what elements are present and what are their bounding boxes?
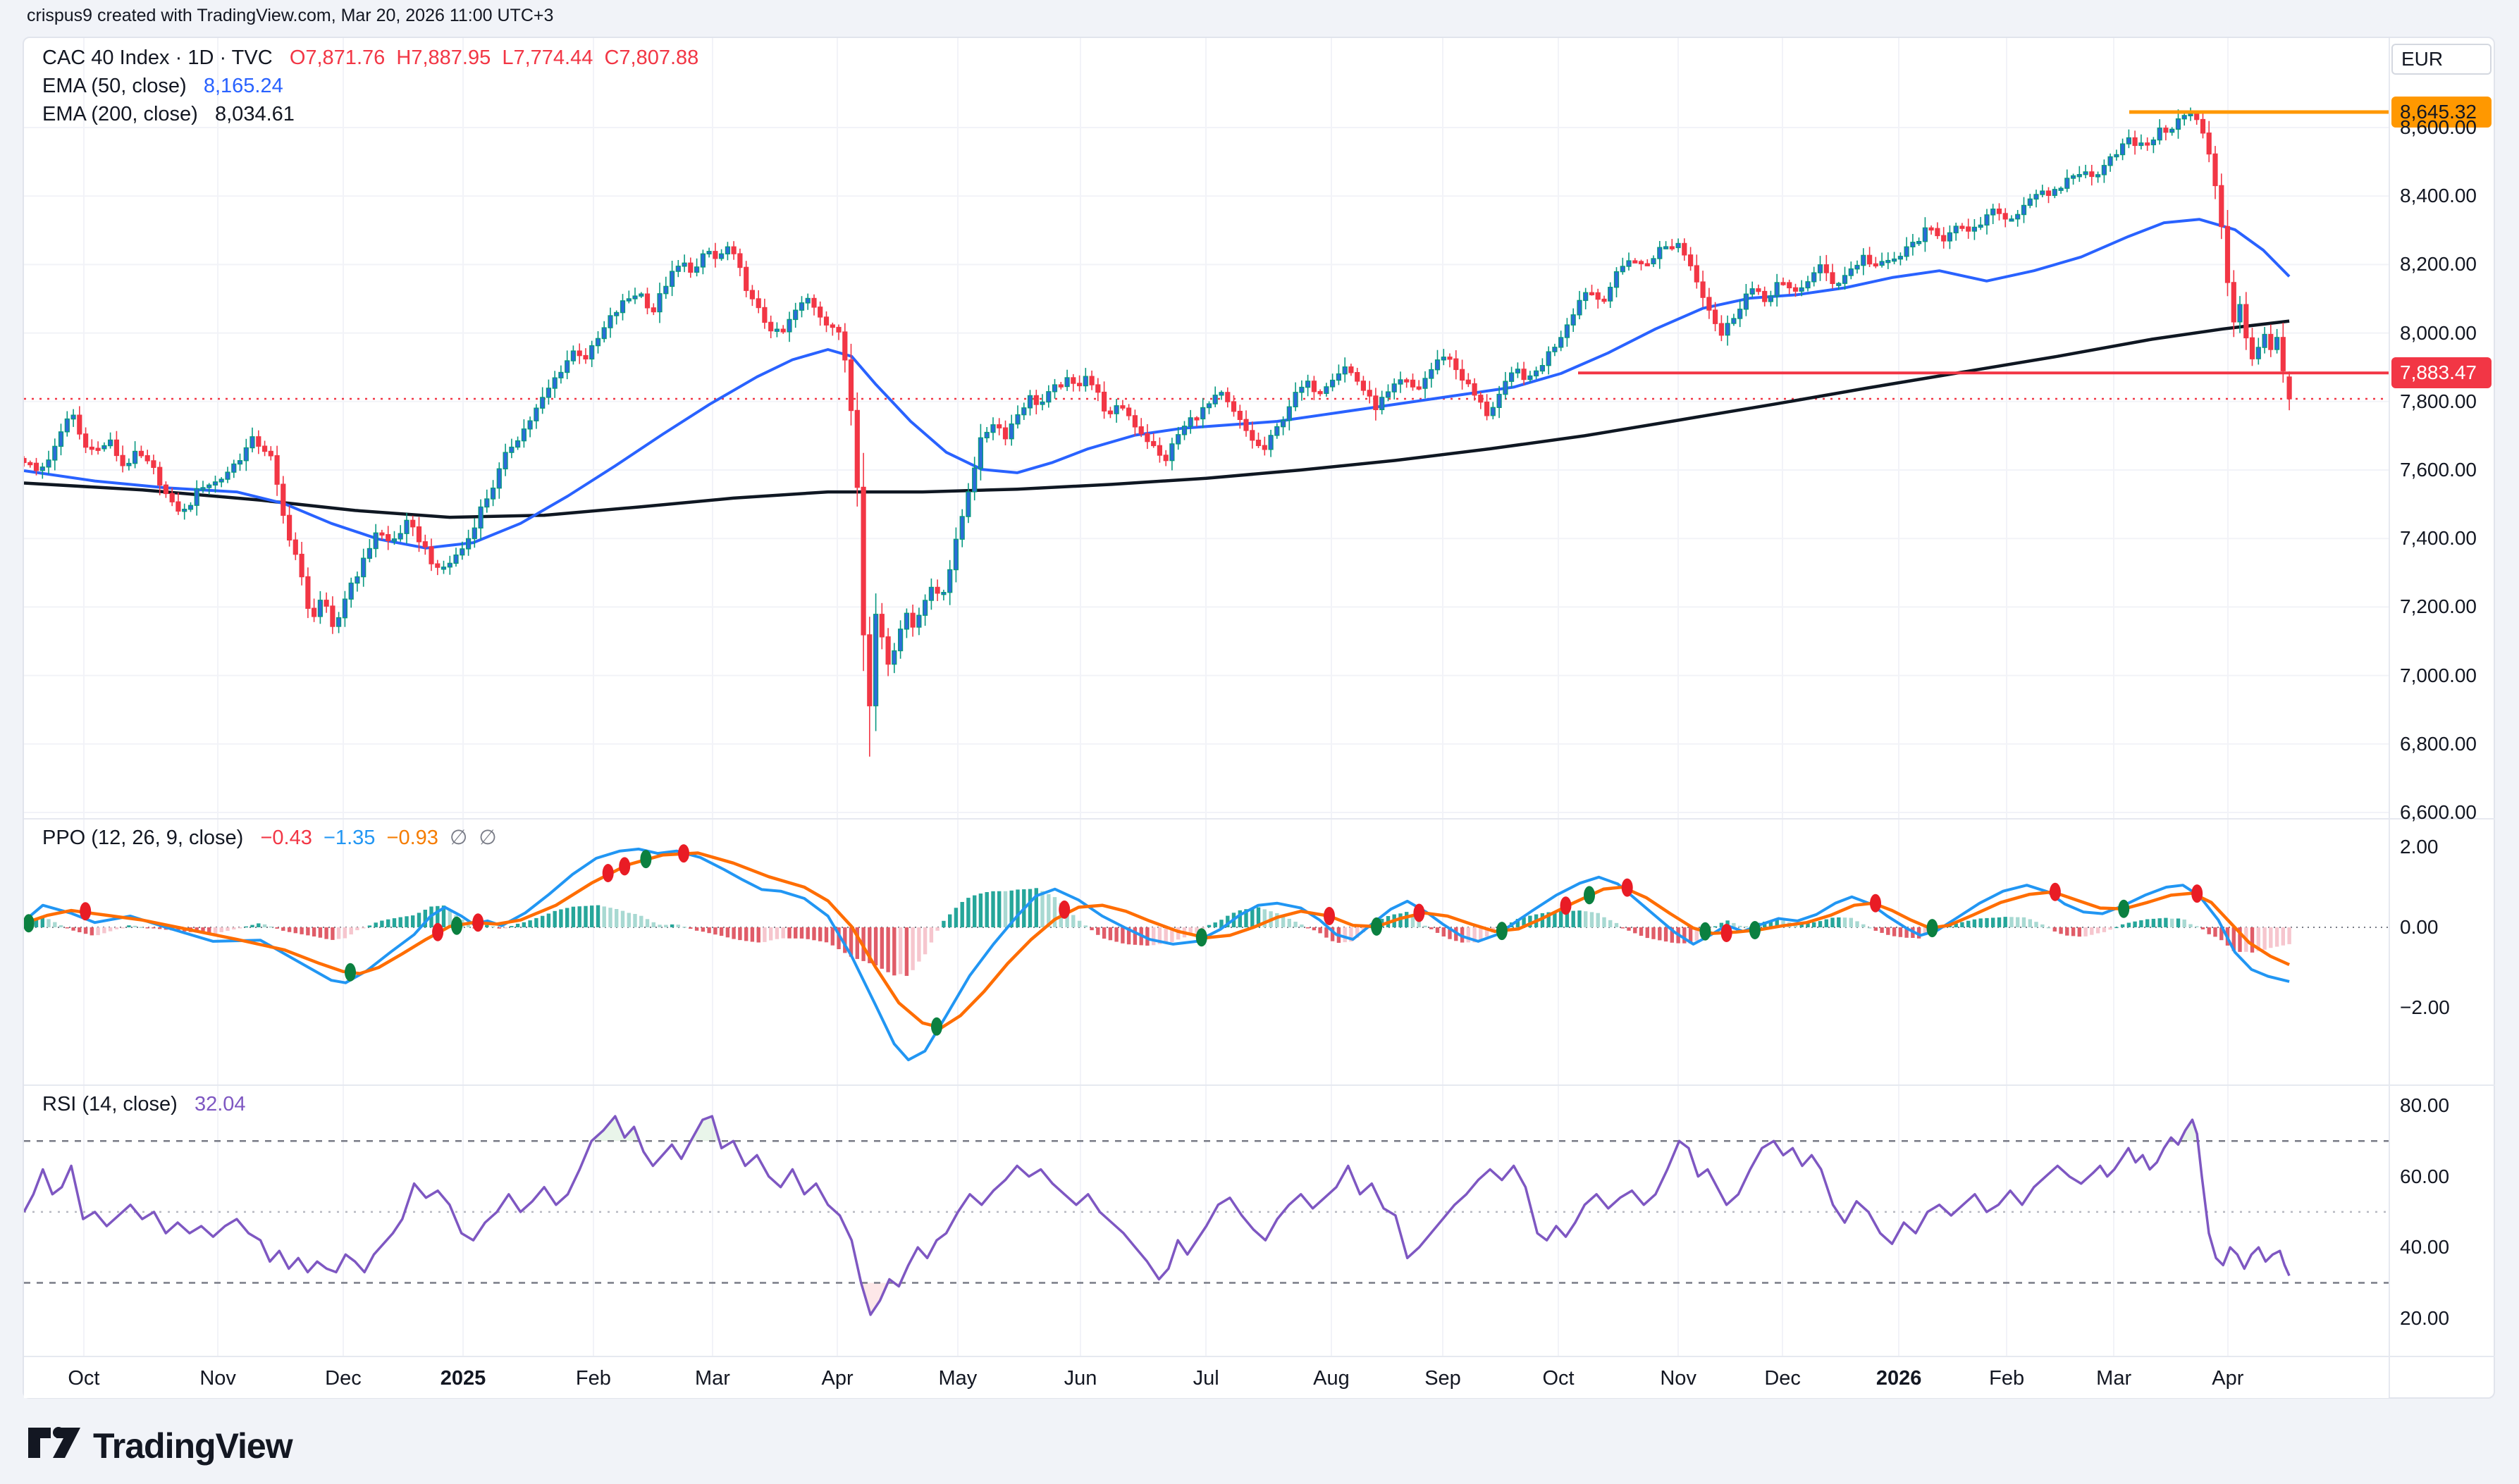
- price-axis-label: 7,200.00: [2400, 595, 2477, 618]
- ppo-label: PPO (12, 26, 9, close): [42, 827, 243, 849]
- time-axis-label-dec: Dec: [1764, 1367, 1801, 1390]
- tradingview-logo-icon: [27, 1425, 82, 1467]
- rsi-value: 32.04: [195, 1093, 246, 1115]
- ema50-value: 8,165.24: [204, 75, 283, 97]
- ema50-label: EMA (50, close): [42, 75, 187, 97]
- ppo-axis-label: 2.00: [2400, 836, 2439, 858]
- price-axis-label: 8,400.00: [2400, 185, 2477, 207]
- price-axis-column[interactable]: EUR 8,645.32 7,883.47 8,600.008,400.008,…: [2389, 38, 2495, 1397]
- ema200-legend[interactable]: EMA (200, close) 8,034.61: [42, 103, 295, 126]
- rsi-axis-label: 20.00: [2400, 1307, 2449, 1330]
- tradingview-logo[interactable]: TradingView: [27, 1425, 292, 1467]
- price-axis-label: 7,600.00: [2400, 459, 2477, 481]
- ppo-legend[interactable]: PPO (12, 26, 9, close) −0.43 −1.35 −0.93…: [42, 825, 497, 850]
- price-axis-label: 7,000.00: [2400, 664, 2477, 687]
- ema200-value: 8,034.61: [215, 103, 295, 125]
- ohlc-open: O7,871.76: [290, 47, 385, 69]
- rsi-legend[interactable]: RSI (14, close) 32.04: [42, 1093, 246, 1116]
- ohlc-low: L7,774.44: [502, 47, 593, 69]
- time-axis-label-sep: Sep: [1424, 1367, 1461, 1390]
- time-axis-label-2025: 2025: [441, 1367, 486, 1390]
- ppo-empty-circle-2: ∅: [479, 827, 496, 849]
- time-axis-label-aug: Aug: [1313, 1367, 1350, 1390]
- time-axis-label-mar: Mar: [695, 1367, 730, 1390]
- price-axis-label: 7,400.00: [2400, 527, 2477, 550]
- symbol-title: CAC 40 Index · 1D · TVC: [42, 47, 273, 69]
- rsi-axis-label: 40.00: [2400, 1236, 2449, 1259]
- ohlc-high: H7,887.95: [396, 47, 491, 69]
- time-axis-label-apr: Apr: [822, 1367, 854, 1390]
- symbol-legend[interactable]: CAC 40 Index · 1D · TVC O7,871.76 H7,887…: [42, 47, 698, 70]
- time-axis-label-apr: Apr: [2212, 1367, 2243, 1390]
- time-axis-label-oct: Oct: [1542, 1367, 1574, 1390]
- time-axis-label-mar: Mar: [2096, 1367, 2131, 1390]
- price-axis-label: 6,800.00: [2400, 733, 2477, 755]
- currency-badge[interactable]: EUR: [2391, 44, 2492, 75]
- time-axis[interactable]: Oct Nov Dec 2025 Feb Mar Apr May Jun Jul Aug Sep Oct…: [24, 1357, 2389, 1398]
- time-axis-label-jul: Jul: [1193, 1367, 1219, 1390]
- ppo-line-value: −1.35: [324, 827, 375, 849]
- time-axis-label-2026: 2026: [1876, 1367, 1922, 1390]
- rsi-label: RSI (14, close): [42, 1093, 178, 1115]
- rsi-axis-label: 60.00: [2400, 1165, 2449, 1188]
- ppo-axis-label: 0.00: [2400, 916, 2439, 939]
- tradingview-logo-text: TradingView: [93, 1426, 292, 1466]
- price-axis-label: 6,600.00: [2400, 801, 2477, 824]
- time-axis-label-jun: Jun: [1064, 1367, 1097, 1390]
- chart-card: CAC 40 Index · 1D · TVC O7,871.76 H7,887…: [23, 37, 2495, 1399]
- time-axis-label-nov: Nov: [199, 1367, 236, 1390]
- price-axis-label: 7,800.00: [2400, 390, 2477, 413]
- price-pane-canvas[interactable]: [24, 38, 2389, 818]
- support-price-badge: 7,883.47: [2391, 357, 2492, 388]
- time-axis-label-feb: Feb: [576, 1367, 611, 1390]
- ohlc-close: C7,807.88: [604, 47, 698, 69]
- ema200-label: EMA (200, close): [42, 103, 198, 125]
- price-axis-label: 8,200.00: [2400, 253, 2477, 276]
- time-axis-label-dec: Dec: [325, 1367, 362, 1390]
- time-axis-label-nov: Nov: [1660, 1367, 1696, 1390]
- time-axis-label-oct: Oct: [68, 1367, 99, 1390]
- time-axis-label-feb: Feb: [1989, 1367, 2024, 1390]
- currency-label: EUR: [2401, 48, 2443, 70]
- ppo-hist-value: −0.43: [260, 827, 312, 849]
- attribution-text: crispus9 created with TradingView.com, M…: [27, 6, 553, 26]
- price-axis-label: 8,600.00: [2400, 116, 2477, 139]
- ppo-axis-label: −2.00: [2400, 996, 2450, 1019]
- time-axis-label-may: May: [938, 1367, 977, 1390]
- rsi-axis-label: 80.00: [2400, 1094, 2449, 1117]
- price-axis-label: 8,000.00: [2400, 322, 2477, 345]
- ppo-pane-canvas[interactable]: [24, 820, 2389, 1084]
- ppo-empty-circle-1: ∅: [450, 827, 467, 849]
- rsi-pane-canvas[interactable]: [24, 1086, 2389, 1356]
- ema50-legend[interactable]: EMA (50, close) 8,165.24: [42, 75, 283, 98]
- ppo-signal-value: −0.93: [387, 827, 438, 849]
